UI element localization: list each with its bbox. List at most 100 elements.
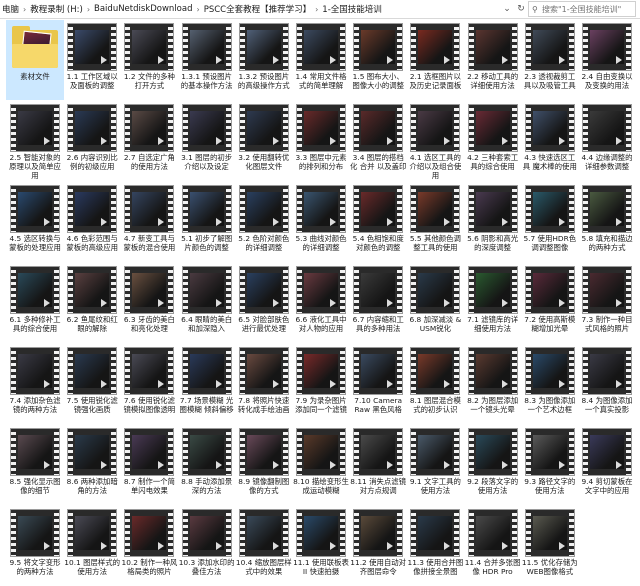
video-file-item[interactable]: 6.5 对脸部肤色进行最优处理 bbox=[235, 263, 293, 343]
folder-item[interactable]: 素材文件 bbox=[6, 20, 64, 100]
video-file-item[interactable]: 5.8 填充和描边的两种方式 bbox=[578, 182, 636, 262]
video-file-item[interactable]: 11.3 使用合并图像拼接全景图 bbox=[406, 506, 464, 586]
video-file-item[interactable]: 10.4 缩放图层样式中的效果 bbox=[235, 506, 293, 586]
video-file-item[interactable]: 1.2 文件的多种打开方式 bbox=[120, 20, 178, 100]
video-file-item[interactable]: 7.1 滤镜库的详细使用方法 bbox=[464, 263, 522, 343]
video-file-item[interactable]: 8.1 图层混合模式的初步认识 bbox=[406, 344, 464, 424]
file-name-label: 5.5 其他颜色调整工具的使用 bbox=[409, 234, 461, 252]
video-file-item[interactable]: 10.3 添加水印的叠佳方法 bbox=[178, 506, 236, 586]
video-file-item[interactable]: 9.5 将文字变形的两种方法 bbox=[6, 506, 64, 586]
video-thumbnail-icon bbox=[296, 428, 346, 476]
video-file-item[interactable]: 9.1 文字工具的使用方法 bbox=[406, 425, 464, 505]
video-file-item[interactable]: 11.2 使用自动对齐图层命令 bbox=[349, 506, 407, 586]
video-file-item[interactable]: 6.2 鱼尾纹和红眼的解除 bbox=[63, 263, 121, 343]
video-file-item[interactable]: 7.5 使用锐化滤镜强化画质 bbox=[63, 344, 121, 424]
video-file-item[interactable]: 11.5 优化存储为WEB图像格式 bbox=[521, 506, 579, 586]
video-file-item[interactable]: 4.2 三种套索工具的综合使用 bbox=[464, 101, 522, 181]
video-file-item[interactable]: 9.3 路径文字的使用方法 bbox=[521, 425, 579, 505]
video-file-item[interactable]: 8.5 强化显示图像的细节 bbox=[6, 425, 64, 505]
file-name-label: 7.4 添加杂色滤镜的两种方法 bbox=[9, 396, 61, 414]
video-thumbnail-icon bbox=[524, 185, 575, 233]
refresh-icon[interactable]: ↻ bbox=[514, 1, 528, 17]
video-file-item[interactable]: 2.5 智能对象的原理以及简单应用 bbox=[6, 101, 64, 181]
video-file-item[interactable]: 10.1 图层样式的使用方法 bbox=[63, 506, 121, 586]
video-file-item[interactable]: 7.3 制作一种目式风格的照片 bbox=[578, 263, 636, 343]
video-file-item[interactable]: 1.4 常用文件格式的简单理解 bbox=[292, 20, 350, 100]
breadcrumb-item[interactable]: 电脑 bbox=[2, 3, 19, 15]
video-file-item[interactable]: 5.3 曲线对颜色的详细调整 bbox=[292, 182, 350, 262]
video-file-item[interactable]: 2.3 透视裁剪工具以及吸管工具 bbox=[521, 20, 579, 100]
video-thumbnail-icon bbox=[410, 428, 461, 476]
breadcrumb-item[interactable]: PSCC全套教程【推荐学习】 bbox=[204, 3, 311, 15]
video-file-item[interactable]: 11.4 合并多张图像 HDR Pro bbox=[464, 506, 522, 586]
video-file-item[interactable]: 6.3 牙齿的美白和亮化处理 bbox=[120, 263, 178, 343]
video-thumbnail-icon bbox=[10, 509, 60, 557]
video-file-item[interactable]: 7.7 场景模糊 光圈模糊 倾斜偏移 bbox=[178, 344, 236, 424]
video-file-item[interactable]: 8.3 为图像添加一个艺术边框 bbox=[521, 344, 579, 424]
video-file-item[interactable]: 8.4 为图像添加一个真实投影 bbox=[578, 344, 636, 424]
video-thumbnail-icon bbox=[410, 104, 461, 152]
video-file-item[interactable]: 8.7 制作一个简单闪电效果 bbox=[120, 425, 178, 505]
dropdown-icon[interactable]: ⌄ bbox=[500, 1, 514, 17]
video-file-item[interactable]: 3.3 图层中元素的排列和分布 bbox=[292, 101, 350, 181]
video-file-item[interactable]: 8.10 描绘变形生成运动模糊 bbox=[292, 425, 350, 505]
video-file-item[interactable]: 10.2 制作一种风格局类的照片 bbox=[120, 506, 178, 586]
video-file-item[interactable]: 5.5 其他颜色调整工具的使用 bbox=[406, 182, 464, 262]
file-name-label: 5.4 色相饱和度对颜色的调整 bbox=[352, 234, 404, 252]
video-file-item[interactable]: 2.4 自由变换以及变换的用法 bbox=[578, 20, 636, 100]
video-thumbnail-icon bbox=[10, 428, 60, 476]
file-name-label: 8.9 镜像翻制图像的方式 bbox=[238, 477, 290, 495]
video-file-item[interactable]: 8.9 镜像翻制图像的方式 bbox=[235, 425, 293, 505]
breadcrumb-item[interactable]: 教程录制 (H:) bbox=[30, 3, 83, 15]
video-file-item[interactable]: 6.8 加深减淡 & USM锐化 bbox=[406, 263, 464, 343]
video-file-item[interactable]: 2.2 移动工具的详细使用方法 bbox=[464, 20, 522, 100]
video-thumbnail-icon bbox=[67, 104, 118, 152]
video-file-item[interactable]: 4.5 选区转换与蒙板的处理应用 bbox=[6, 182, 64, 262]
video-file-item[interactable]: 1.3.1 预设图片的基本操作方法 bbox=[178, 20, 236, 100]
video-file-item[interactable]: 8.11 消失点滤镜对方点规调 bbox=[349, 425, 407, 505]
video-file-item[interactable]: 9.4 剪切蒙板在文字中的应用 bbox=[578, 425, 636, 505]
video-file-item[interactable]: 2.1 选框图片以及历史记录面板 bbox=[406, 20, 464, 100]
video-file-item[interactable]: 4.7 新变工具与蒙板的混合使用 bbox=[120, 182, 178, 262]
video-file-item[interactable]: 2.7 自选定广角的使用方法 bbox=[120, 101, 178, 181]
video-thumbnail-icon bbox=[582, 23, 632, 71]
video-file-item[interactable]: 1.5 图布大小、图像大小的调整 bbox=[349, 20, 407, 100]
video-file-item[interactable]: 7.8 将照片快速转化成手绘油画 bbox=[235, 344, 293, 424]
video-file-item[interactable]: 6.4 眼睛的美白和加深隐入 bbox=[178, 263, 236, 343]
video-file-item[interactable]: 3.4 图层的搭档化 合并 以及盖印 bbox=[349, 101, 407, 181]
video-file-item[interactable]: 4.3 快速选区工具 魔术棒的使用 bbox=[521, 101, 579, 181]
video-file-item[interactable]: 8.8 手动添加景深的方法 bbox=[178, 425, 236, 505]
video-file-item[interactable]: 5.6 阴影和高光的深度调整 bbox=[464, 182, 522, 262]
video-file-item[interactable]: 5.1 初步了解图片颜色的调整 bbox=[178, 182, 236, 262]
breadcrumb-item[interactable]: BaiduNetdiskDownload bbox=[94, 4, 192, 14]
video-file-item[interactable]: 1.3.2 预设图片的高级操作方式 bbox=[235, 20, 293, 100]
video-file-item[interactable]: 6.6 液化工具中对人物的应用 bbox=[292, 263, 350, 343]
video-file-item[interactable]: 4.1 选区工具的介绍以及组合使用 bbox=[406, 101, 464, 181]
video-file-item[interactable]: 7.6 使用锐化滤镜模拟图像透明 bbox=[120, 344, 178, 424]
video-file-item[interactable]: 11.1 使用联板表 II 快速拍摄 bbox=[292, 506, 350, 586]
search-box[interactable]: ⚲ bbox=[528, 1, 636, 17]
video-file-item[interactable]: 6.1 多种修补工具的综合使用 bbox=[6, 263, 64, 343]
video-file-item[interactable]: 5.4 色相饱和度对颜色的调整 bbox=[349, 182, 407, 262]
video-file-item[interactable]: 7.10 Camera Raw 黑色风格 bbox=[349, 344, 407, 424]
file-name-label: 4.6 色彩范围与蒙板的高级应用 bbox=[66, 234, 119, 252]
video-file-item[interactable]: 7.9 为录杂图片添加同一个滤镜 bbox=[292, 344, 350, 424]
video-file-item[interactable]: 2.6 内容识别比例的初级应用 bbox=[63, 101, 121, 181]
file-name-label: 10.2 制作一种风格局类的照片 bbox=[121, 558, 178, 576]
video-file-item[interactable]: 6.7 内容缩和工具的多种用法 bbox=[349, 263, 407, 343]
video-file-item[interactable]: 4.4 边缘调整的详细参数调整 bbox=[578, 101, 636, 181]
video-file-item[interactable]: 8.6 两种添加暗角的方法 bbox=[63, 425, 121, 505]
video-file-item[interactable]: 7.4 添加杂色滤镜的两种方法 bbox=[6, 344, 64, 424]
video-file-item[interactable]: 4.6 色彩范围与蒙板的高级应用 bbox=[63, 182, 121, 262]
file-name-label: 1.2 文件的多种打开方式 bbox=[123, 72, 175, 90]
search-input[interactable] bbox=[542, 4, 624, 14]
video-file-item[interactable]: 3.1 图层的初步介绍以及设定 bbox=[178, 101, 236, 181]
video-file-item[interactable]: 8.2 为图层添加一个镜头光晕 bbox=[464, 344, 522, 424]
video-file-item[interactable]: 5.7 使用HDR色调调整图像 bbox=[521, 182, 579, 262]
video-file-item[interactable]: 7.2 使用高斯模糊增加光晕 bbox=[521, 263, 579, 343]
video-file-item[interactable]: 5.2 色阶对颜色的详细调整 bbox=[235, 182, 293, 262]
video-file-item[interactable]: 3.2 使用翻转优化图层文件 bbox=[235, 101, 293, 181]
video-file-item[interactable]: 9.2 段落文字的使用方法 bbox=[464, 425, 522, 505]
breadcrumb-item[interactable]: 1-全国技能培训 bbox=[322, 3, 381, 15]
video-file-item[interactable]: 1.1 工作区域以及面板的调整 bbox=[63, 20, 121, 100]
